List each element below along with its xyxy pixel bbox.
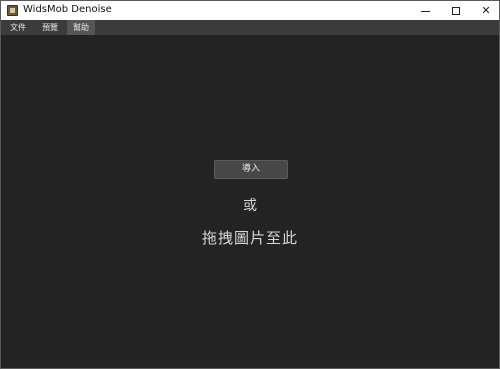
menu-bar: 文件 預覽 幫助 [1,20,499,35]
menu-item-file[interactable]: 文件 [5,20,31,35]
drop-zone[interactable]: 導入 或 拖拽圖片至此 [1,35,499,368]
close-button[interactable]: ✕ [471,1,500,20]
window-title: WidsMob Denoise [23,4,112,15]
minimize-button[interactable] [410,1,440,20]
import-button[interactable]: 導入 [214,160,288,179]
app-icon [7,5,18,16]
maximize-icon [452,6,460,15]
or-label: 或 [243,198,257,214]
maximize-button[interactable] [441,1,471,20]
menu-item-help[interactable]: 幫助 [67,20,95,35]
drag-drop-hint: 拖拽圖片至此 [201,229,298,247]
title-bar[interactable]: WidsMob Denoise ✕ [1,1,499,20]
menu-item-preview[interactable]: 預覽 [37,20,63,35]
minimize-icon [420,10,430,12]
close-icon: ✕ [481,4,491,17]
app-window: WidsMob Denoise ✕ 文件 預覽 幫助 導入 或 拖拽圖片至此 [0,0,500,369]
